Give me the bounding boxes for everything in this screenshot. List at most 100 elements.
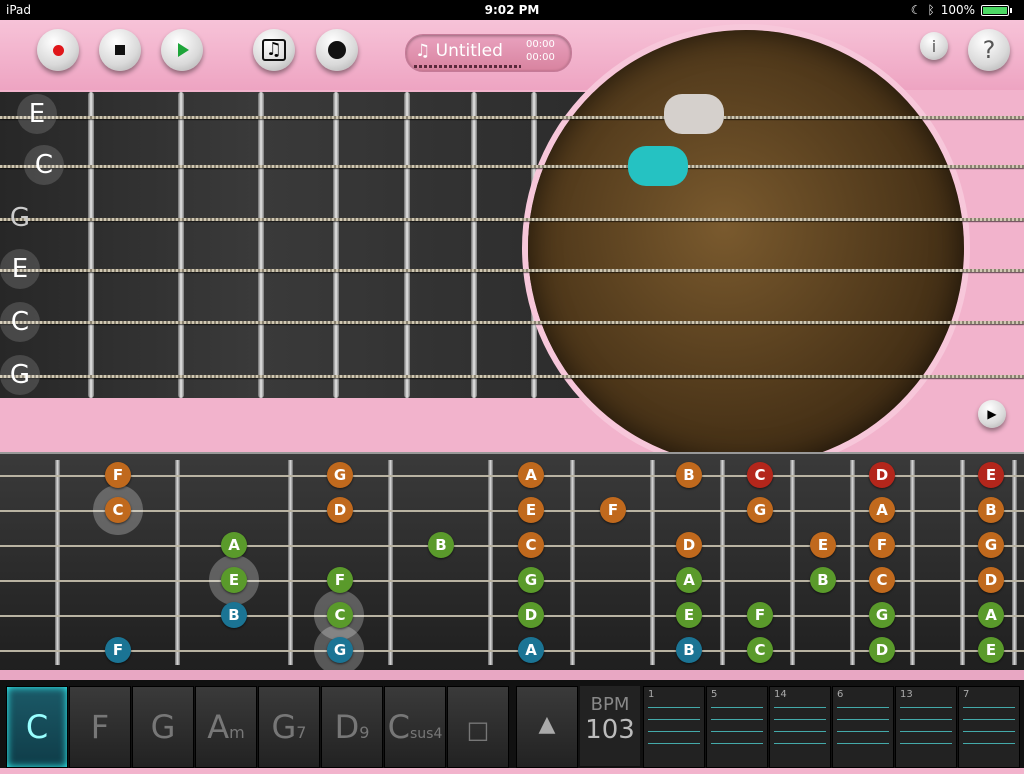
chord-button-g7[interactable]: G7 — [258, 686, 320, 768]
chord-button-c[interactable]: C — [6, 686, 68, 768]
note-marker[interactable]: C — [747, 462, 773, 488]
strum-pattern-6[interactable]: 6 — [832, 686, 894, 768]
note-marker[interactable]: B — [676, 462, 702, 488]
note-marker[interactable]: A — [676, 567, 702, 593]
pattern-line — [963, 719, 1015, 720]
note-marker[interactable]: C — [518, 532, 544, 558]
strum-mode-button[interactable]: ▶ — [978, 400, 1006, 428]
strum-pattern-1[interactable]: 1 — [643, 686, 705, 768]
note-marker[interactable]: A — [869, 497, 895, 523]
note-marker[interactable]: D — [676, 532, 702, 558]
note-marker[interactable]: A — [978, 602, 1004, 628]
note-marker[interactable]: G — [869, 602, 895, 628]
note-marker[interactable]: G — [518, 567, 544, 593]
note-marker[interactable]: C — [105, 497, 131, 523]
pattern-up-button[interactable]: ▲ — [516, 686, 578, 768]
pattern-line — [900, 731, 952, 732]
note-marker[interactable]: B — [978, 497, 1004, 523]
note-marker[interactable]: F — [327, 567, 353, 593]
note-marker[interactable]: E — [518, 497, 544, 523]
pattern-number: 6 — [837, 689, 844, 700]
note-marker[interactable]: C — [747, 637, 773, 663]
note-marker[interactable]: C — [327, 602, 353, 628]
tuning-string-3[interactable]: G — [0, 198, 40, 238]
note-marker[interactable]: G — [978, 532, 1004, 558]
status-right: ☾ ᛒ 100% — [911, 3, 1012, 17]
strum-pattern-7[interactable]: 7 — [958, 686, 1020, 768]
chord-root: D — [334, 708, 360, 746]
bpm-control[interactable]: BPM 103 — [580, 686, 640, 766]
note-marker[interactable]: E — [221, 567, 247, 593]
pattern-line — [837, 743, 889, 744]
music-note-icon: ♫ — [261, 39, 287, 61]
chord-button-d9[interactable]: D9 — [321, 686, 383, 768]
pattern-number: 13 — [900, 689, 913, 700]
tuning-string-6[interactable]: G — [0, 355, 40, 395]
stop-button[interactable] — [99, 29, 141, 71]
note-marker[interactable]: G — [327, 462, 353, 488]
song-list-button[interactable]: ♫ — [253, 29, 295, 71]
battery-tip — [1010, 7, 1012, 13]
note-marker[interactable]: A — [221, 532, 247, 558]
note-marker[interactable]: F — [869, 532, 895, 558]
note-marker[interactable]: E — [810, 532, 836, 558]
fret — [790, 460, 795, 665]
note-marker[interactable]: A — [518, 462, 544, 488]
note-marker[interactable]: E — [978, 462, 1004, 488]
note-marker[interactable]: D — [978, 567, 1004, 593]
note-marker[interactable]: A — [518, 637, 544, 663]
bluetooth-icon: ᛒ — [927, 3, 935, 17]
tuning-string-1[interactable]: E — [17, 94, 57, 134]
string-4[interactable] — [0, 269, 1024, 272]
note-marker[interactable]: F — [747, 602, 773, 628]
note-marker[interactable]: G — [747, 497, 773, 523]
note-marker[interactable]: F — [105, 637, 131, 663]
strum-pattern-14[interactable]: 14 — [769, 686, 831, 768]
note-marker[interactable]: B — [810, 567, 836, 593]
time-elapsed: 00:00 — [526, 39, 555, 50]
tuning-string-2[interactable]: C — [24, 145, 64, 185]
note-marker[interactable]: B — [428, 532, 454, 558]
note-marker[interactable]: D — [327, 497, 353, 523]
record-button[interactable] — [37, 29, 79, 71]
string-2[interactable] — [0, 165, 1024, 168]
strum-pattern-13[interactable]: 13 — [895, 686, 957, 768]
string-3[interactable] — [0, 218, 1024, 221]
info-button[interactable]: i — [920, 32, 948, 60]
chord-button-empty[interactable]: □ — [447, 686, 509, 768]
fret — [960, 460, 965, 665]
note-marker[interactable]: D — [869, 637, 895, 663]
note-marker[interactable]: B — [676, 637, 702, 663]
chord-root: C — [387, 708, 410, 746]
note-marker[interactable]: B — [221, 602, 247, 628]
chord-button-f[interactable]: F — [69, 686, 131, 768]
play-button[interactable] — [161, 29, 203, 71]
string-5[interactable] — [0, 321, 1024, 324]
note-marker[interactable]: C — [869, 567, 895, 593]
help-button[interactable]: ? — [968, 29, 1010, 71]
progress-bar[interactable] — [414, 65, 521, 68]
tuning-string-4[interactable]: E — [0, 249, 40, 289]
chord-button-csus4[interactable]: Csus4 — [384, 686, 446, 768]
fret — [910, 460, 915, 665]
string-1[interactable] — [0, 116, 1024, 119]
song-display[interactable]: ♫ Untitled 00:00 00:00 — [405, 34, 572, 72]
note-fretboard[interactable] — [0, 452, 1024, 672]
chord-button-am[interactable]: Am — [195, 686, 257, 768]
note-marker[interactable]: D — [518, 602, 544, 628]
note-marker[interactable]: F — [600, 497, 626, 523]
bpm-label: BPM — [590, 694, 630, 715]
note-marker[interactable]: D — [869, 462, 895, 488]
note-marker[interactable]: G — [327, 637, 353, 663]
note-marker[interactable]: E — [676, 602, 702, 628]
note-marker[interactable]: E — [978, 637, 1004, 663]
string-6[interactable] — [0, 375, 1024, 378]
tuning-string-5[interactable]: C — [0, 302, 40, 342]
instrument-button[interactable] — [316, 29, 358, 71]
pattern-line — [963, 707, 1015, 708]
note-marker[interactable]: F — [105, 462, 131, 488]
fret — [570, 460, 575, 665]
fret — [175, 460, 180, 665]
strum-pattern-5[interactable]: 5 — [706, 686, 768, 768]
chord-button-g[interactable]: G — [132, 686, 194, 768]
